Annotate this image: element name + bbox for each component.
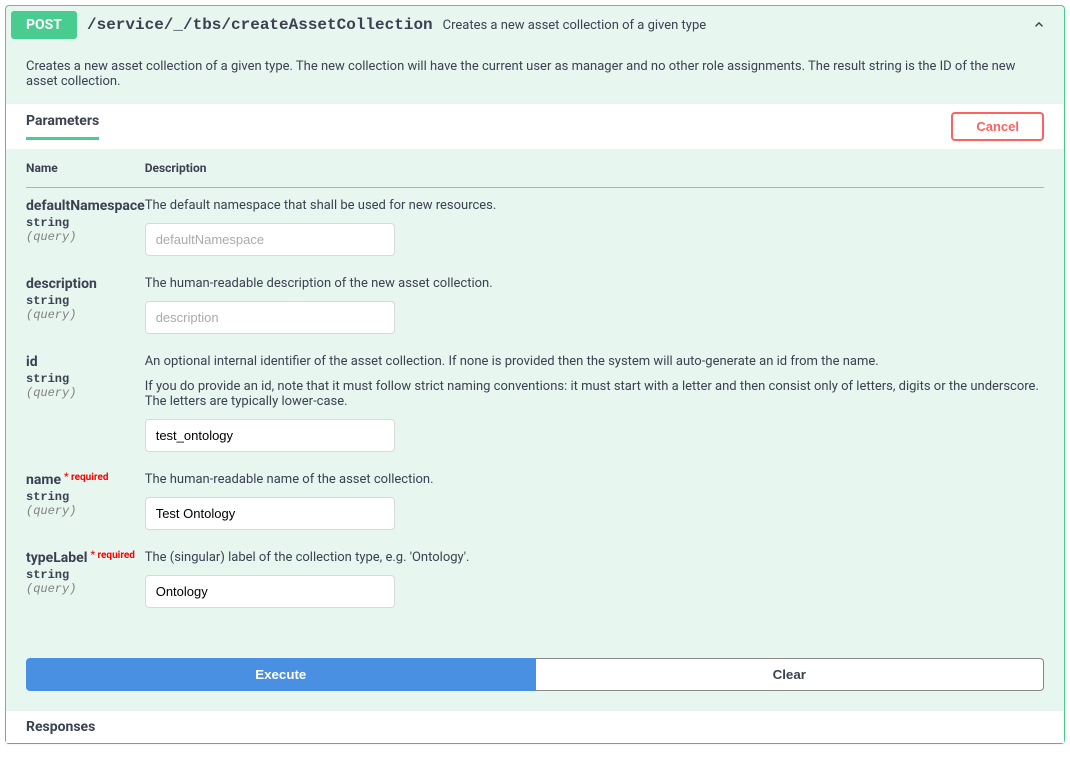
param-type: string [26,292,145,308]
table-row: typeLabel* requiredstring(query)The (sin… [26,540,1044,618]
execute-button[interactable]: Execute [26,658,536,691]
table-row: descriptionstring(query)The human-readab… [26,266,1044,344]
param-in: (query) [26,230,145,244]
parameters-header: Parameters Cancel [6,104,1064,149]
cancel-button[interactable]: Cancel [951,112,1044,141]
http-method-badge: POST [11,11,77,39]
param-description-cell: An optional internal identifier of the a… [145,344,1044,462]
param-description-cell: The default namespace that shall be used… [145,188,1044,267]
param-name-cell: typeLabel* requiredstring(query) [26,540,145,618]
operation-path: /service/_/tbs/createAssetCollection [77,16,443,34]
param-type: string [26,370,145,386]
param-name-cell: idstring(query) [26,344,145,462]
param-input-defaultNamespace[interactable] [145,223,395,256]
param-name-cell: defaultNamespacestring(query) [26,188,145,267]
param-name: id [26,354,145,370]
required-marker: * required [61,472,108,483]
parameters-table: Name Description defaultNamespacestring(… [26,149,1044,618]
param-in: (query) [26,504,145,518]
operation-summary-row[interactable]: POST /service/_/tbs/createAssetCollectio… [6,6,1064,44]
operation-description: Creates a new asset collection of a give… [6,44,1064,104]
param-name-cell: descriptionstring(query) [26,266,145,344]
clear-button[interactable]: Clear [536,658,1045,691]
param-description-cell: The human-readable name of the asset col… [145,462,1044,540]
param-description-cell: The human-readable description of the ne… [145,266,1044,344]
param-name: name* required [26,472,145,488]
param-input-name[interactable] [145,497,395,530]
param-in: (query) [26,386,145,400]
col-name-header: Name [26,149,145,188]
param-input-id[interactable] [145,419,395,452]
param-description: An optional internal identifier of the a… [145,354,1044,409]
param-description: The human-readable description of the ne… [145,276,1044,291]
parameters-table-wrapper: Name Description defaultNamespacestring(… [6,149,1064,638]
table-row: name* requiredstring(query)The human-rea… [26,462,1044,540]
parameters-section: Parameters Cancel [6,104,1064,149]
execute-button-row: Execute Clear [6,638,1064,711]
param-description: The default namespace that shall be used… [145,198,1044,213]
param-name: description [26,276,145,292]
param-type: string [26,566,145,582]
col-description-header: Description [145,149,1044,188]
param-description: The human-readable name of the asset col… [145,472,1044,487]
operation-summary: Creates a new asset collection of a give… [443,18,1029,33]
table-row: idstring(query)An optional internal iden… [26,344,1044,462]
param-type: string [26,214,145,230]
parameters-tab[interactable]: Parameters [26,113,99,140]
param-name-cell: name* requiredstring(query) [26,462,145,540]
param-type: string [26,488,145,504]
param-description: The (singular) label of the collection t… [145,550,1044,565]
param-name: typeLabel* required [26,550,145,566]
collapse-arrow-icon[interactable] [1029,15,1049,35]
param-in: (query) [26,308,145,322]
responses-header: Responses [6,711,1064,743]
param-description-cell: The (singular) label of the collection t… [145,540,1044,618]
operation-block: POST /service/_/tbs/createAssetCollectio… [5,5,1065,744]
param-input-description[interactable] [145,301,395,334]
param-name: defaultNamespace [26,198,145,214]
table-row: defaultNamespacestring(query)The default… [26,188,1044,267]
param-in: (query) [26,582,145,596]
param-input-typeLabel[interactable] [145,575,395,608]
required-marker: * required [87,550,134,561]
